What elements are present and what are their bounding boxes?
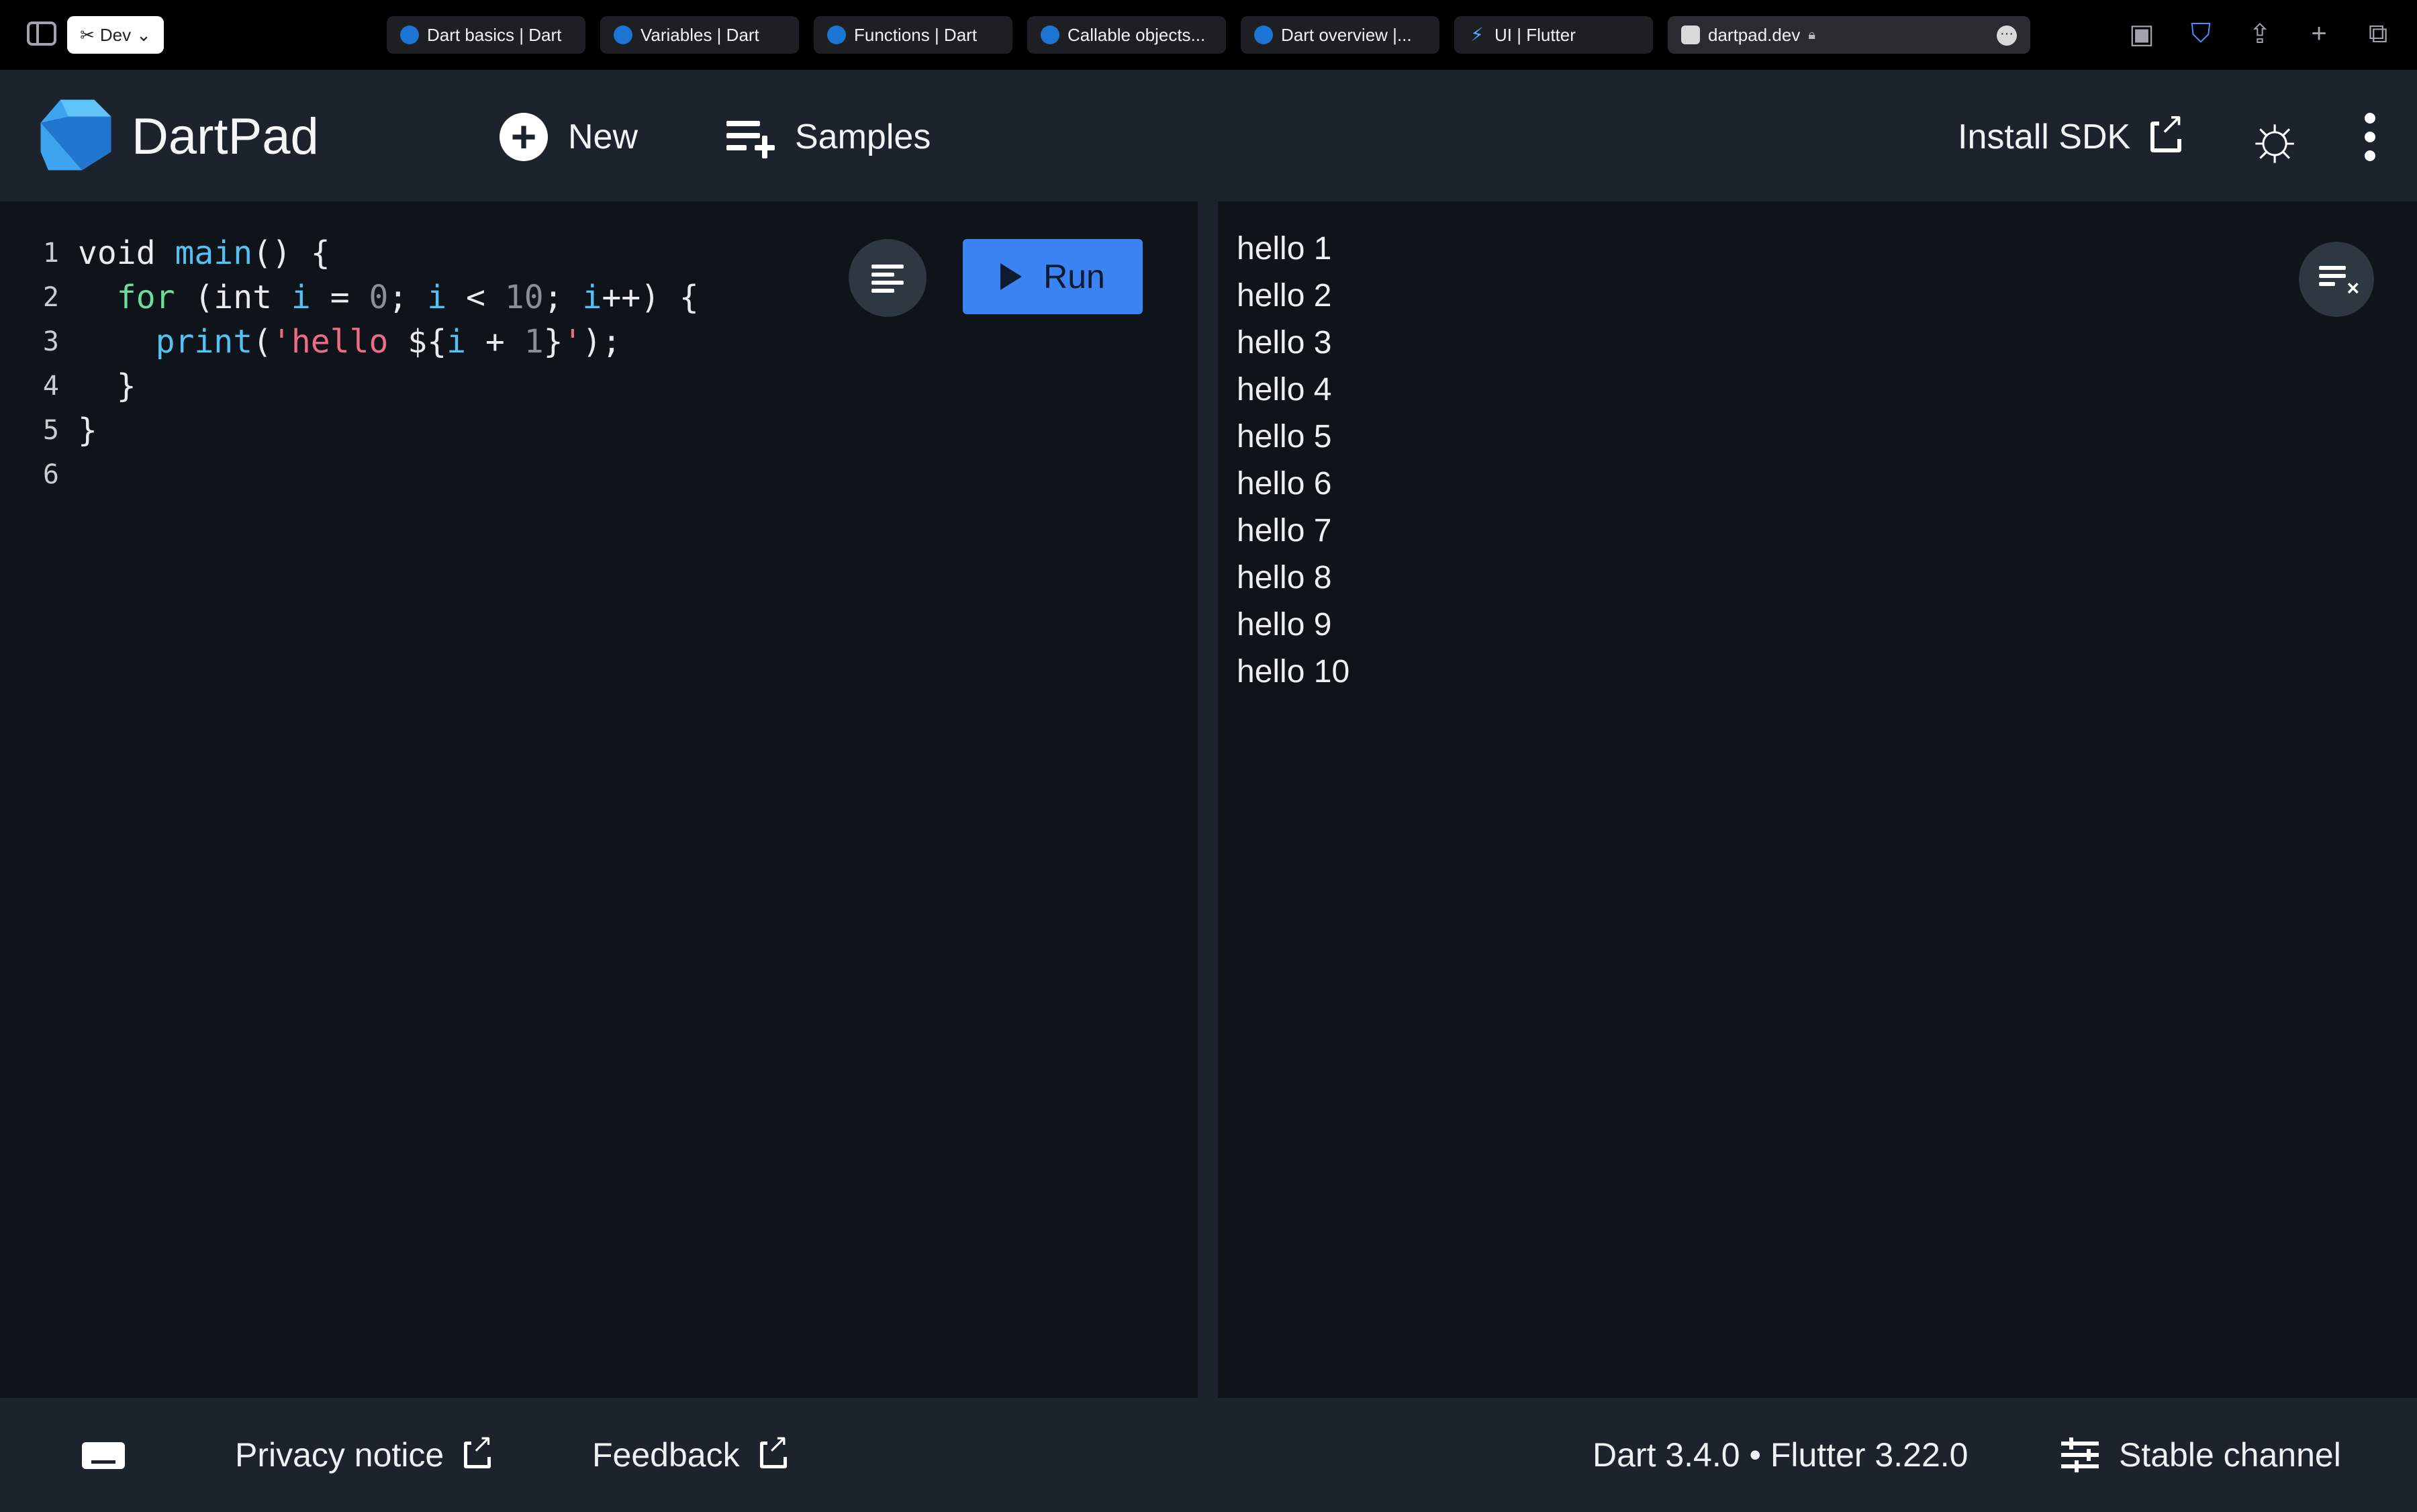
dart-favicon-icon	[827, 26, 846, 44]
tab-label: UI | Flutter	[1495, 24, 1576, 45]
samples-label: Samples	[795, 117, 931, 156]
playlist-add-icon	[726, 117, 775, 158]
code-line: 2 for (int i = 0; i < 10; i ++) {	[0, 275, 699, 320]
samples-button[interactable]: Samples	[726, 110, 931, 164]
line-number: 1	[42, 238, 59, 269]
share-icon[interactable]: ⇪	[2244, 19, 2276, 50]
output-line: hello 9	[1237, 607, 1332, 643]
new-label: New	[568, 117, 638, 156]
add-circle-icon: +	[500, 113, 548, 161]
new-tab-icon[interactable]: +	[2303, 19, 2335, 50]
tab-label: Variables | Dart	[641, 24, 759, 45]
browser-tab[interactable]: ⚡ UI | Flutter	[1454, 16, 1653, 54]
browser-tab[interactable]: Functions | Dart	[814, 16, 1012, 54]
open-in-new-icon	[464, 1431, 493, 1468]
more-horizontal-icon[interactable]: ···	[1997, 26, 2017, 46]
channel-selector[interactable]: Stable channel	[2061, 1398, 2341, 1512]
browser-tab-active[interactable]: dartpad.dev 🔒︎ ···	[1668, 16, 2030, 54]
browser-tab[interactable]: Variables | Dart	[600, 16, 799, 54]
channel-label: Stable channel	[2119, 1436, 2341, 1474]
open-in-new-icon	[2150, 109, 2185, 152]
tab-label: Dart overview |...	[1281, 24, 1412, 45]
tab-overview-icon[interactable]: ⧉	[2362, 19, 2394, 50]
code-line: 1 void main() {	[0, 231, 699, 275]
play-icon	[1000, 263, 1023, 290]
tab-label: Dart basics | Dart	[427, 24, 562, 45]
feedback-link[interactable]: Feedback	[592, 1398, 789, 1512]
lock-icon: 🔒︎	[1808, 27, 1815, 42]
line-number: 4	[42, 371, 59, 401]
app-header: DartPad + New Samples Install SDK	[0, 70, 2417, 201]
browser-toolbar: ✂ Dev ⌄ Dart basics | Dart Variables | D…	[0, 0, 2417, 70]
version-info: Dart 3.4.0 • Flutter 3.22.0	[1593, 1398, 1968, 1512]
install-sdk-label: Install SDK	[1958, 117, 2131, 156]
version-label: Dart 3.4.0 • Flutter 3.22.0	[1593, 1436, 1969, 1474]
clear-console-button[interactable]: ×	[2299, 242, 2374, 317]
status-footer: Privacy notice Feedback Dart 3.4.0 • Flu…	[0, 1398, 2417, 1512]
format-code-button[interactable]	[849, 239, 927, 317]
run-button[interactable]: Run	[963, 239, 1143, 314]
tab-label: Functions | Dart	[854, 24, 978, 45]
output-line: hello 6	[1237, 466, 1332, 502]
line-number: 5	[42, 415, 59, 446]
feedback-label: Feedback	[592, 1436, 740, 1474]
profile-label: Dev	[99, 24, 132, 45]
sidebar-toggle-icon[interactable]	[27, 21, 56, 46]
line-number: 3	[42, 326, 59, 357]
code-line: 3 print('hello ${i + 1} ');	[0, 320, 699, 364]
console-output: hello 1 hello 2 hello 3 hello 4 hello 5 …	[1218, 201, 2417, 1398]
tune-icon	[2061, 1437, 2099, 1472]
tab-label: Callable objects...	[1068, 24, 1206, 45]
more-vertical-icon[interactable]	[2357, 107, 2383, 167]
privacy-notice-link[interactable]: Privacy notice	[235, 1398, 493, 1512]
theme-toggle-sun-icon[interactable]: ☼	[2240, 102, 2310, 172]
browser-actions: ▣ ⛉ ⇪ + ⧉	[2126, 19, 2394, 50]
code-line: 6	[0, 453, 699, 497]
dart-favicon-icon	[614, 26, 632, 44]
open-in-new-icon	[759, 1431, 789, 1468]
install-sdk-button[interactable]: Install SDK	[1958, 109, 2185, 164]
output-line: hello 5	[1237, 419, 1332, 455]
privacy-label: Privacy notice	[235, 1436, 444, 1474]
run-label: Run	[1043, 258, 1105, 295]
output-line: hello 8	[1237, 560, 1332, 596]
code-editor[interactable]: 1 void main() { 2 for (int i = 0; i < 10…	[0, 201, 1198, 1398]
chevron-down-icon: ⌄	[136, 24, 151, 45]
dart-favicon-icon	[1041, 26, 1059, 44]
shield-icon[interactable]: ⛉	[2185, 19, 2217, 50]
output-lines: hello 1 hello 2 hello 3 hello 4 hello 5 …	[1237, 226, 1349, 696]
tab-label: dartpad.dev	[1708, 24, 1801, 45]
tools-icon: ✂	[80, 24, 95, 45]
code-line: 5 }	[0, 408, 699, 453]
line-number: 6	[42, 459, 59, 490]
dartpad-favicon-icon	[1681, 26, 1700, 44]
notion-icon[interactable]: ▣	[2126, 19, 2158, 50]
browser-tab[interactable]: Callable objects...	[1027, 16, 1226, 54]
keyboard-icon[interactable]	[82, 1442, 125, 1469]
dart-favicon-icon	[1254, 26, 1273, 44]
output-line: hello 10	[1237, 654, 1350, 690]
code-lines[interactable]: 1 void main() { 2 for (int i = 0; i < 10…	[0, 231, 699, 497]
output-line: hello 7	[1237, 513, 1332, 549]
output-line: hello 4	[1237, 372, 1332, 408]
output-line: hello 3	[1237, 325, 1332, 361]
output-line: hello 1	[1237, 231, 1332, 267]
browser-tab[interactable]: Dart overview |...	[1241, 16, 1439, 54]
new-button[interactable]: + New	[500, 110, 638, 164]
split-divider[interactable]	[1198, 201, 1218, 1398]
code-line: 4 }	[0, 364, 699, 408]
output-line: hello 2	[1237, 278, 1332, 314]
flutter-favicon-icon: ⚡	[1470, 24, 1484, 45]
browser-tab[interactable]: Dart basics | Dart	[387, 16, 585, 54]
line-number: 2	[42, 282, 59, 313]
profile-switcher[interactable]: ✂ Dev ⌄	[67, 16, 164, 54]
dart-favicon-icon	[400, 26, 419, 44]
app-title: DartPad	[132, 108, 319, 165]
dart-logo-icon[interactable]	[38, 97, 114, 173]
